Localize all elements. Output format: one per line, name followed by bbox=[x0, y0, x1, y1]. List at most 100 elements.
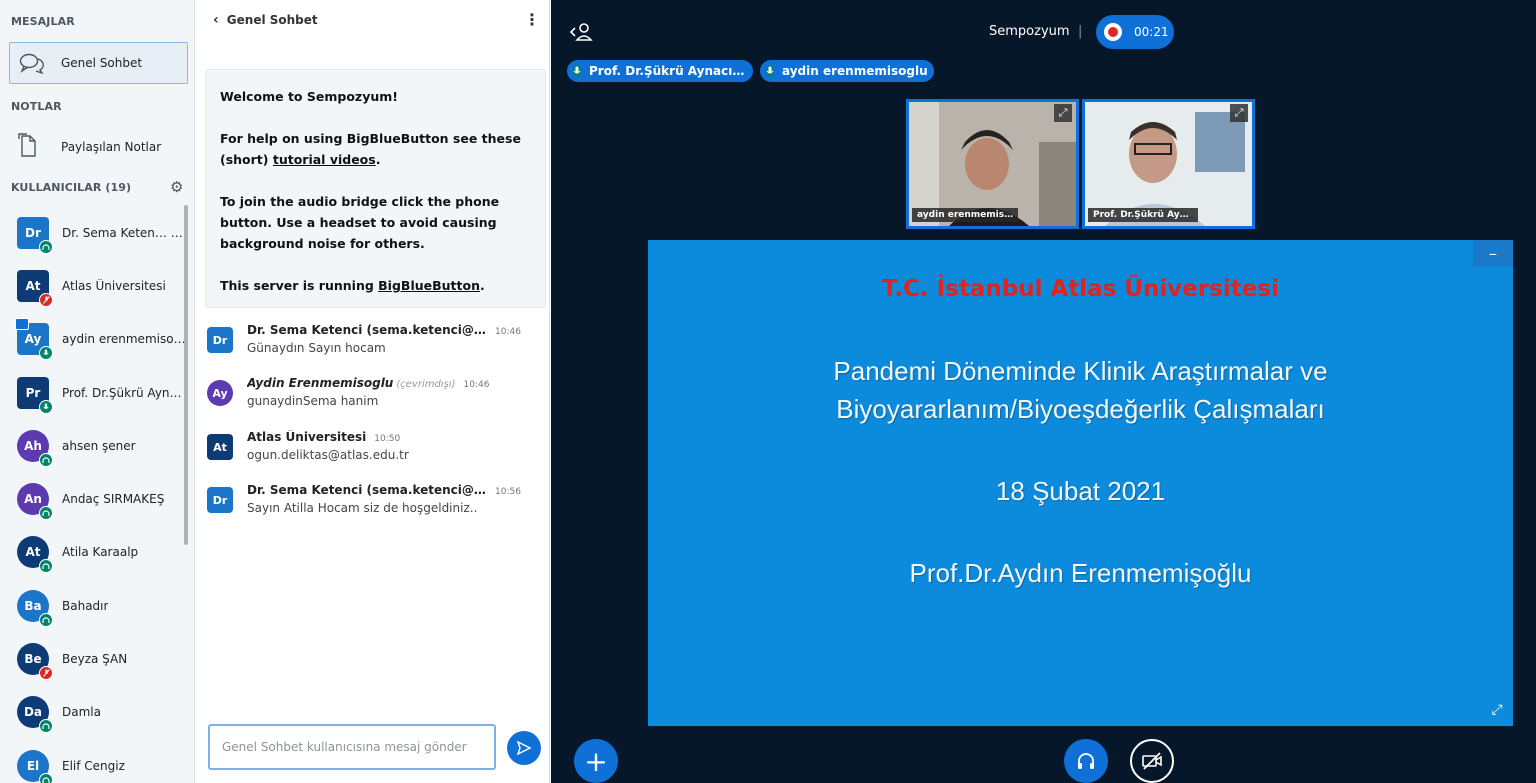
chat-title: Genel Sohbet bbox=[226, 13, 318, 27]
user-list-item[interactable]: Pr Prof. Dr.Şükrü Ayna… bbox=[17, 375, 187, 414]
user-icon bbox=[569, 23, 593, 41]
title-separator: | bbox=[1078, 24, 1083, 39]
video-off-icon bbox=[1142, 752, 1162, 770]
webcam-tile-2[interactable]: ⤢ Prof. Dr.Şükrü Ayn… bbox=[1082, 99, 1255, 229]
slide-date: 18 Şubat 2021 bbox=[995, 476, 1166, 506]
chat-options-menu-icon[interactable]: ⋮ bbox=[524, 12, 540, 28]
user-list-item[interactable]: Da Damla bbox=[17, 694, 187, 733]
user-name: Bahadır bbox=[62, 599, 109, 613]
headphones-icon bbox=[39, 240, 53, 254]
presenter-icon bbox=[15, 318, 29, 330]
recording-time: 00:21 bbox=[1134, 25, 1169, 39]
welcome-punct-2: . bbox=[375, 152, 381, 167]
chat-message-input[interactable]: Genel Sohbet kullanıcısına mesaj gönder bbox=[208, 724, 496, 770]
record-icon bbox=[1104, 23, 1122, 41]
send-icon bbox=[516, 740, 532, 756]
user-list-item[interactable]: El Elif Cengiz bbox=[17, 748, 187, 783]
talking-indicator-2[interactable]: aydin erenmemisoglu bbox=[760, 60, 934, 82]
welcome-line-3: To join the audio bridge click the phone… bbox=[220, 194, 500, 251]
user-list-item[interactable]: Ah ahsen şener bbox=[17, 428, 187, 467]
fullscreen-icon[interactable]: ⤢ bbox=[1054, 104, 1072, 122]
message-text: ogun.deliktas@atlas.edu.tr bbox=[247, 448, 409, 462]
gear-icon[interactable]: ⚙ bbox=[170, 179, 186, 195]
microphone-icon bbox=[573, 65, 581, 77]
headphones-icon bbox=[39, 506, 53, 520]
recording-indicator[interactable]: 00:21 bbox=[1096, 15, 1174, 49]
user-name: aydin erenmemisog… bbox=[62, 332, 187, 346]
minimize-presentation-button[interactable]: – bbox=[1473, 240, 1513, 266]
webcam-tile-1[interactable]: ⤢ aydin erenmemis… bbox=[906, 99, 1079, 229]
chat-message: Dr Dr. Sema Ketenci (sema.ketenci@at… 10:4… bbox=[207, 323, 521, 355]
welcome-meeting-name: Sempozyum bbox=[306, 89, 393, 104]
welcome-line-1: Welcome to bbox=[220, 89, 307, 104]
user-list-scrollbar[interactable] bbox=[184, 205, 188, 545]
slide-presenter: Prof.Dr.Aydın Erenmemişoğlu bbox=[909, 558, 1252, 588]
welcome-punct: ! bbox=[392, 89, 398, 104]
user-list-item[interactable]: Be Beyza ŞAN bbox=[17, 641, 187, 680]
presentation-slide: – T.C. İstanbul Atlas Üniversitesi Pande… bbox=[648, 240, 1513, 726]
offline-label: (çevrimdışı) bbox=[396, 379, 456, 390]
notes-section-title: NOTLAR bbox=[11, 100, 62, 113]
chat-message: At Atlas Üniversitesi 10:50 ogun.deliktas@a… bbox=[207, 430, 409, 462]
shared-notes-item[interactable]: Paylaşılan Notlar bbox=[9, 126, 188, 168]
audio-button[interactable] bbox=[1064, 739, 1108, 783]
messages-section-title: MESAJLAR bbox=[11, 15, 75, 28]
avatar: Ba bbox=[17, 590, 53, 627]
user-name: Prof. Dr.Şükrü Ayna… bbox=[62, 386, 187, 400]
microphone-icon bbox=[39, 346, 53, 360]
message-sender: Atlas Üniversitesi bbox=[247, 430, 367, 444]
toggle-userlist-button[interactable] bbox=[569, 22, 593, 46]
talker-name-1: Prof. Dr.Şükrü Aynacı… bbox=[589, 64, 745, 78]
chat-message: Dr Dr. Sema Ketenci (sema.ketenci@at… 10:5… bbox=[207, 483, 521, 515]
headphones-icon bbox=[39, 613, 53, 627]
avatar: Ah bbox=[17, 430, 53, 467]
message-text: Sayın Atilla Hocam siz de hoşgeldiniz.. bbox=[247, 501, 478, 515]
message-time: 10:46 bbox=[463, 380, 490, 390]
plus-icon: + bbox=[584, 744, 608, 778]
user-list-item[interactable]: Ay aydin erenmemisog… bbox=[15, 318, 187, 360]
talking-indicator-1[interactable]: Prof. Dr.Şükrü Aynacı… bbox=[567, 60, 753, 82]
user-name: Andaç SIRMAKEŞ bbox=[62, 492, 165, 506]
fullscreen-icon[interactable]: ⤢ bbox=[1487, 700, 1507, 720]
shared-notes-label: Paylaşılan Notlar bbox=[61, 140, 162, 154]
message-text: Günaydın Sayın hocam bbox=[247, 341, 386, 355]
user-list-item[interactable]: Dr Dr. Sema Keten… (Siz) bbox=[17, 215, 187, 254]
public-chat-item[interactable]: Genel Sohbet bbox=[9, 42, 188, 84]
tutorial-videos-link[interactable]: tutorial videos bbox=[273, 152, 376, 167]
headphones-icon bbox=[39, 773, 53, 783]
webcam-name-1: aydin erenmemis… bbox=[912, 208, 1019, 222]
presentation-area: Sempozyum | 00:21 Prof. Dr.Şükrü Aynacı…… bbox=[551, 0, 1536, 783]
chevron-left-icon[interactable]: ‹ bbox=[213, 12, 219, 28]
send-message-button[interactable] bbox=[507, 731, 541, 765]
user-list-panel: MESAJLAR Genel Sohbet NOTLAR Paylaşılan … bbox=[0, 0, 195, 783]
message-time: 10:50 bbox=[374, 434, 401, 444]
user-list-item[interactable]: At Atlas Üniversitesi bbox=[17, 268, 187, 307]
user-name: Dr. Sema Keten… (Siz) bbox=[62, 226, 187, 240]
avatar: At bbox=[17, 536, 53, 573]
bigbluebutton-link[interactable]: BigBlueButton bbox=[378, 278, 480, 293]
user-name: Damla bbox=[62, 705, 101, 719]
avatar: Da bbox=[17, 696, 53, 733]
talker-name-2: aydin erenmemisoglu bbox=[782, 64, 928, 78]
chat-header[interactable]: ‹ Genel Sohbet bbox=[213, 12, 318, 28]
headphones-icon bbox=[1078, 753, 1094, 769]
user-list-item[interactable]: Ba Bahadır bbox=[17, 588, 187, 627]
user-list-item[interactable]: At Atila Karaalp bbox=[17, 534, 187, 573]
fullscreen-icon[interactable]: ⤢ bbox=[1230, 104, 1248, 122]
user-name: ahsen şener bbox=[62, 439, 136, 453]
message-text: gunaydinSema hanim bbox=[247, 394, 379, 408]
webcam-toggle-button[interactable] bbox=[1130, 739, 1174, 783]
slide-title: T.C. İstanbul Atlas Üniversitesi bbox=[882, 276, 1279, 302]
user-list-item[interactable]: An Andaç SIRMAKEŞ bbox=[17, 481, 187, 520]
avatar: At bbox=[17, 270, 53, 307]
meeting-title: Sempozyum bbox=[989, 24, 1070, 39]
avatar: Dr bbox=[207, 327, 233, 353]
avatar: Dr bbox=[17, 217, 53, 254]
actions-plus-button[interactable]: + bbox=[574, 739, 618, 783]
chat-panel: ‹ Genel Sohbet ⋮ Welcome to Sempozyum! F… bbox=[195, 0, 550, 783]
user-name: Atlas Üniversitesi bbox=[62, 279, 166, 293]
slide-line-2: Biyoyararlanım/Biyoeşdeğerlik Çalışmalar… bbox=[836, 394, 1325, 424]
message-sender: Dr. Sema Ketenci (sema.ketenci@at… bbox=[247, 323, 487, 337]
muted-microphone-icon bbox=[39, 666, 53, 680]
avatar: Be bbox=[17, 643, 53, 680]
